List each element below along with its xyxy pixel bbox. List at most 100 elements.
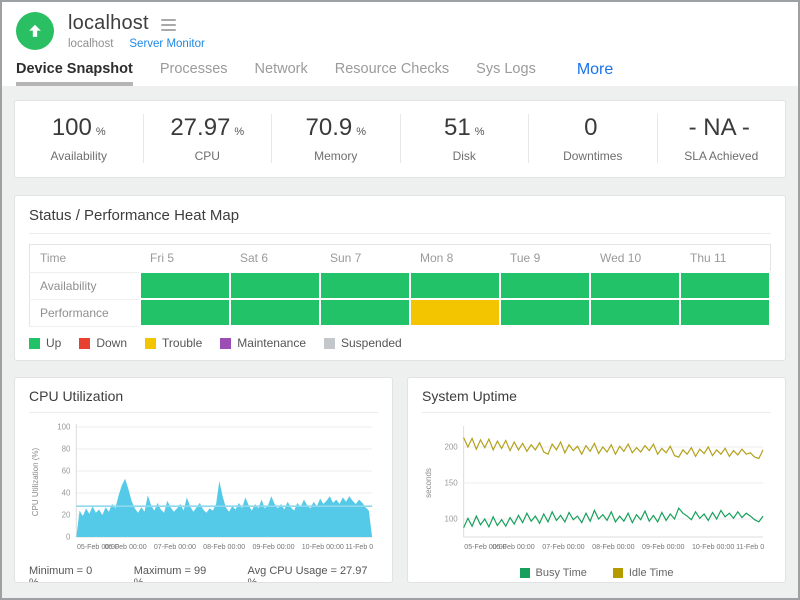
content-area: 100% Availability 27.97% CPU70.9%Memory 51% D… xyxy=(2,86,798,598)
tab-network[interactable]: Network xyxy=(255,61,308,86)
heatmap-cell-performance-wed-10 xyxy=(590,299,680,326)
legend-item-maintenance: Maintenance xyxy=(220,336,306,350)
menu-icon[interactable] xyxy=(161,16,176,31)
heatmap-section: Status / Performance Heat Map TimeFri 5S… xyxy=(14,195,786,361)
legend-item-down: Down xyxy=(79,336,127,350)
heatmap-col-thu-11: Thu 11 xyxy=(680,245,770,273)
legend-label: Up xyxy=(46,336,61,350)
legend-swatch xyxy=(220,338,231,349)
tab-more[interactable]: More xyxy=(577,61,613,79)
legend-item-busy-time: Busy Time xyxy=(520,567,587,579)
svg-text:20: 20 xyxy=(62,511,71,520)
cpu-chart-stats: Minimum = 0 % Maximum = 99 % Avg CPU Usa… xyxy=(29,565,378,583)
stat-label: Availability xyxy=(15,149,143,163)
heatmap-col-tue-9: Tue 9 xyxy=(500,245,590,273)
svg-text:100: 100 xyxy=(444,515,458,524)
svg-text:100: 100 xyxy=(57,423,71,432)
svg-text:06-Feb 00:00: 06-Feb 00:00 xyxy=(105,543,147,551)
heatmap-cell-performance-tue-9 xyxy=(500,299,590,326)
cpu-utilization-chart: 02040608010005-Feb 00:0006-Feb 00:0007-F… xyxy=(29,417,378,563)
stat-disk: 51% Disk xyxy=(400,114,529,163)
heatmap-row-availability: Availability xyxy=(30,272,771,299)
legend-swatch xyxy=(324,338,335,349)
legend-label: Down xyxy=(96,336,127,350)
heatmap-row-performance: Performance xyxy=(30,299,771,326)
legend-swatch xyxy=(520,568,530,578)
app-window: localhost localhost Server Monitor Devic… xyxy=(0,0,800,600)
stat-label: SLA Achieved xyxy=(658,149,786,163)
stat-unit: % xyxy=(356,126,366,138)
legend-item-idle-time: Idle Time xyxy=(613,567,674,579)
cpu-max-label: Maximum = 99 % xyxy=(134,565,218,583)
heatmap-cell-availability-wed-10 xyxy=(590,272,680,299)
svg-text:06-Feb 00:00: 06-Feb 00:00 xyxy=(492,543,534,551)
legend-item-up: Up xyxy=(29,336,61,350)
heatmap-cell-availability-thu-11 xyxy=(680,272,770,299)
tab-sys-logs[interactable]: Sys Logs xyxy=(476,61,536,86)
svg-text:10-Feb 00:00: 10-Feb 00:00 xyxy=(692,543,734,551)
page-title: localhost xyxy=(68,12,149,35)
tab-processes[interactable]: Processes xyxy=(160,61,228,86)
stat-label: Downtimes xyxy=(529,149,657,163)
svg-text:07-Feb 00:00: 07-Feb 00:00 xyxy=(154,543,196,551)
breadcrumb-category-link[interactable]: Server Monitor xyxy=(129,38,204,50)
cpu-min-label: Minimum = 0 % xyxy=(29,565,104,583)
stat-value: 0 xyxy=(584,114,597,141)
stat-label: CPU xyxy=(144,149,272,163)
heatmap-col-mon-8: Mon 8 xyxy=(410,245,500,273)
stat-unit: % xyxy=(234,126,244,138)
up-arrow-icon xyxy=(25,21,45,41)
cpu-utilization-card: CPU Utilization 02040608010005-Feb 00:00… xyxy=(14,377,393,583)
heatmap-cell-availability-tue-9 xyxy=(500,272,590,299)
stat-label: Disk xyxy=(401,149,529,163)
cpu-chart-title: CPU Utilization xyxy=(29,388,378,413)
stat-value: 51 xyxy=(444,114,471,141)
system-uptime-card: System Uptime 10015020005-Feb 00:0006-Fe… xyxy=(407,377,786,583)
heatmap-col-fri-5: Fri 5 xyxy=(140,245,230,273)
heatmap-cell-availability-sun-7 xyxy=(320,272,410,299)
cpu-avg-label: Avg CPU Usage = 27.97 % xyxy=(248,565,378,583)
heatmap-title: Status / Performance Heat Map xyxy=(29,207,771,234)
heatmap-col-sat-6: Sat 6 xyxy=(230,245,320,273)
legend-swatch xyxy=(613,568,623,578)
tab-device-snapshot[interactable]: Device Snapshot xyxy=(16,61,133,86)
heatmap-cell-performance-fri-5 xyxy=(140,299,230,326)
svg-text:CPU Utilization (%): CPU Utilization (%) xyxy=(31,447,40,516)
stat-sla-achieved: - NA -SLA Achieved xyxy=(657,114,786,163)
summary-stats-bar: 100% Availability 27.97% CPU70.9%Memory 51% D… xyxy=(14,100,786,178)
heatmap-row-label: Availability xyxy=(30,272,141,299)
svg-text:80: 80 xyxy=(62,445,71,454)
system-uptime-chart: 10015020005-Feb 00:0006-Feb 00:0007-Feb … xyxy=(422,417,771,563)
heatmap-cell-availability-sat-6 xyxy=(230,272,320,299)
svg-text:150: 150 xyxy=(444,479,458,488)
svg-text:08-Feb 00:00: 08-Feb 00:00 xyxy=(203,543,245,551)
stat-value: 70.9 xyxy=(306,114,353,141)
legend-swatch xyxy=(145,338,156,349)
stat-memory: 70.9%Memory xyxy=(271,114,400,163)
stat-unit: % xyxy=(475,126,485,138)
uptime-chart-legend: Busy Time Idle Time xyxy=(422,567,771,579)
tab-bar: Device Snapshot Processes Network Resource … xyxy=(16,60,798,86)
svg-text:11-Feb 0: 11-Feb 0 xyxy=(345,543,373,551)
heatmap-cell-availability-mon-8 xyxy=(410,272,500,299)
heatmap-col-sun-7: Sun 7 xyxy=(320,245,410,273)
heatmap-col-wed-10: Wed 10 xyxy=(590,245,680,273)
heatmap-row-label: Performance xyxy=(30,299,141,326)
heatmap-legend: Up Down Trouble Maintenance Suspended xyxy=(29,336,771,350)
svg-text:08-Feb 00:00: 08-Feb 00:00 xyxy=(592,543,634,551)
legend-label: Busy Time xyxy=(536,567,587,579)
uptime-chart-title: System Uptime xyxy=(422,388,771,413)
tab-resource-checks[interactable]: Resource Checks xyxy=(335,61,449,86)
device-status-avatar xyxy=(16,12,54,50)
svg-text:09-Feb 00:00: 09-Feb 00:00 xyxy=(252,543,294,551)
legend-label: Trouble xyxy=(162,336,202,350)
legend-item-suspended: Suspended xyxy=(324,336,402,350)
svg-text:200: 200 xyxy=(444,443,458,452)
stat-value: 27.97 xyxy=(170,114,230,141)
heatmap-cell-performance-sun-7 xyxy=(320,299,410,326)
stat-value: 100 xyxy=(52,114,92,141)
heatmap-cell-availability-fri-5 xyxy=(140,272,230,299)
heatmap-cell-performance-thu-11 xyxy=(680,299,770,326)
svg-text:10-Feb 00:00: 10-Feb 00:00 xyxy=(302,543,344,551)
stat-cpu: 27.97% CPU xyxy=(143,114,272,163)
